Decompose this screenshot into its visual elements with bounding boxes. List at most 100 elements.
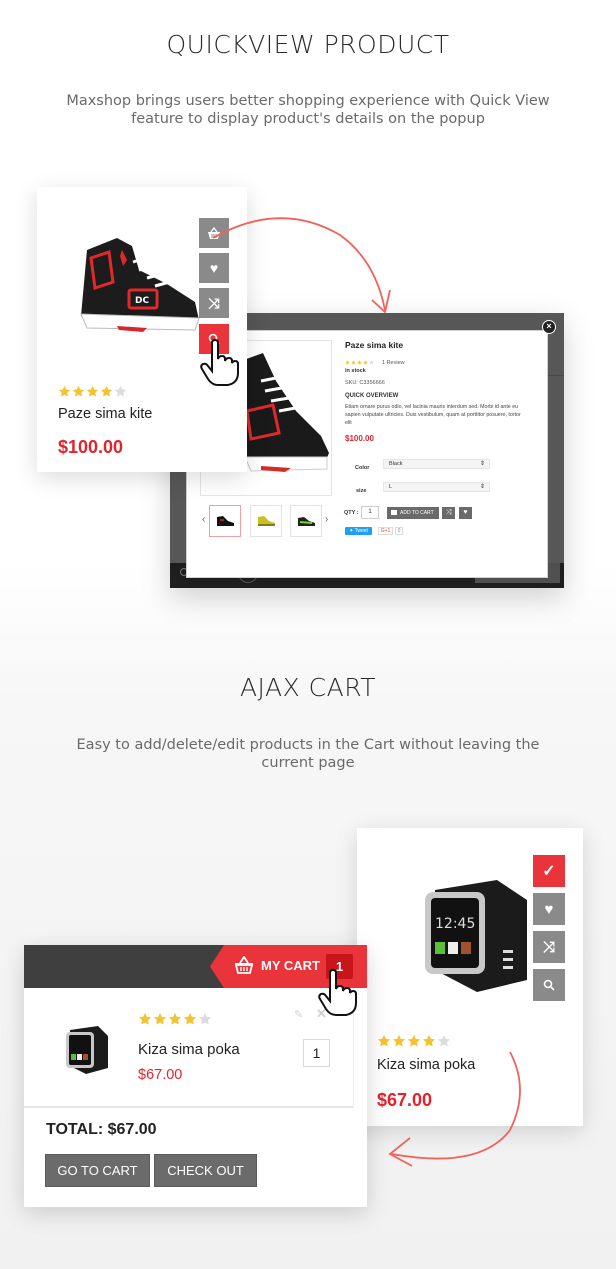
star-empty-icon bbox=[198, 1012, 212, 1025]
color-label: Color bbox=[355, 465, 370, 471]
star-filled-icon bbox=[363, 360, 368, 365]
select-arrow-icon: ⇕ bbox=[479, 461, 485, 467]
description-line: feature to display product's details on … bbox=[131, 111, 485, 127]
svg-text:12:45: 12:45 bbox=[435, 916, 475, 932]
rating-stars bbox=[377, 1034, 451, 1048]
my-cart-label[interactable]: MY CART bbox=[261, 958, 320, 973]
sneaker-image: DC bbox=[80, 238, 200, 332]
description-line: current page bbox=[261, 755, 355, 771]
ajax-section-description: Easy to add/delete/edit products in the … bbox=[40, 736, 576, 772]
thumbnail-green-sneaker[interactable] bbox=[290, 505, 322, 537]
check-icon: ✓ bbox=[542, 863, 556, 880]
star-filled-icon bbox=[100, 385, 113, 397]
popup-stock-status: in stock bbox=[345, 368, 366, 374]
star-filled-icon bbox=[153, 1012, 167, 1025]
overview-line: Etiam ornare purus odio, vel lacinia mau… bbox=[345, 404, 519, 410]
curved-arrow-icon bbox=[388, 1051, 521, 1167]
select-arrow-icon: ⇕ bbox=[479, 484, 485, 490]
cart-item-price: $67.00 bbox=[138, 1067, 183, 1083]
cart-item-name[interactable]: Kiza sima poka bbox=[138, 1041, 240, 1058]
hand-cursor-icon bbox=[318, 969, 357, 1016]
sneaker-thumb-icon bbox=[298, 517, 315, 526]
quickview-section-description: Maxshop brings users better shopping exp… bbox=[40, 92, 576, 128]
star-filled-icon bbox=[138, 1012, 152, 1025]
product-price: $100.00 bbox=[58, 437, 124, 457]
overview-line: sapien vulputate ultricies. Duis vestibu… bbox=[345, 412, 521, 418]
popup-compare-button[interactable]: ⤨ bbox=[442, 507, 455, 519]
color-select[interactable]: Black ⇕ bbox=[383, 459, 490, 469]
thumb-prev-button[interactable]: ‹ bbox=[202, 514, 205, 525]
wishlist-button[interactable]: ♥ bbox=[533, 893, 565, 925]
basket-icon bbox=[234, 956, 254, 974]
cart-item-rating bbox=[138, 1012, 212, 1026]
quickview-section-title: QUICKVIEW PRODUCT bbox=[166, 30, 450, 59]
qty-input[interactable]: 1 bbox=[361, 506, 379, 519]
star-filled-icon bbox=[407, 1034, 421, 1047]
star-filled-icon bbox=[351, 360, 356, 365]
shuffle-icon: ⤨ bbox=[445, 509, 452, 516]
popup-price: $100.00 bbox=[345, 434, 374, 443]
popup-overview-text: Etiam ornare purus odio, vel lacinia mau… bbox=[345, 403, 521, 427]
star-filled-icon bbox=[392, 1034, 406, 1047]
description-line: Easy to add/delete/edit products in the … bbox=[76, 737, 540, 753]
heart-icon: ♥ bbox=[463, 509, 468, 516]
bag-icon bbox=[391, 510, 397, 515]
star-filled-icon bbox=[345, 360, 350, 365]
thumb-next-button[interactable]: › bbox=[325, 514, 328, 525]
popup-product-name: Paze sima kite bbox=[345, 340, 404, 350]
qty-label: QTY : bbox=[344, 510, 359, 516]
color-select-value: Black bbox=[389, 461, 403, 467]
star-empty-icon bbox=[437, 1034, 451, 1047]
sneaker-thumb-icon bbox=[258, 516, 275, 526]
star-filled-icon bbox=[86, 385, 99, 397]
star-filled-icon bbox=[377, 1034, 391, 1047]
star-filled-icon bbox=[422, 1034, 436, 1047]
star-empty-icon bbox=[369, 360, 374, 365]
size-label: size bbox=[356, 488, 367, 494]
go-to-cart-button[interactable]: GO TO CART bbox=[45, 1154, 150, 1187]
popup-rating-stars bbox=[345, 360, 374, 365]
twitter-icon: ✦ bbox=[349, 528, 354, 534]
thumbnail-yellow-sneaker[interactable] bbox=[250, 505, 282, 537]
overview-line: elit bbox=[345, 420, 352, 426]
svg-text:DC: DC bbox=[135, 296, 149, 306]
quickview-button[interactable] bbox=[533, 969, 565, 1001]
thumbnail-black-sneaker[interactable] bbox=[209, 505, 241, 537]
google-plus-button[interactable]: G+1 bbox=[378, 527, 393, 535]
product-name[interactable]: Paze sima kite bbox=[58, 406, 152, 422]
size-select-value: L bbox=[389, 484, 393, 490]
smartwatch-image: 12:45 bbox=[425, 880, 527, 992]
add-to-cart-button[interactable]: ADD TO CART bbox=[387, 507, 439, 519]
rating-stars bbox=[58, 385, 127, 398]
star-filled-icon bbox=[168, 1012, 182, 1025]
smartwatch-thumb-image bbox=[66, 1026, 108, 1074]
edit-icon[interactable]: ✎ bbox=[294, 1008, 303, 1021]
star-filled-icon bbox=[72, 385, 85, 397]
star-empty-icon bbox=[114, 385, 127, 397]
tweet-label: Tweet bbox=[354, 528, 368, 534]
popup-sku: SKU: C3356666 bbox=[345, 380, 385, 386]
added-to-cart-button[interactable]: ✓ bbox=[533, 855, 565, 887]
sneaker-thumb-icon bbox=[217, 516, 234, 526]
compare-button[interactable]: ⤨ bbox=[533, 931, 565, 963]
google-plus-count: 0 bbox=[395, 527, 403, 535]
heart-icon: ♥ bbox=[544, 900, 554, 918]
ajax-section-title: AJAX CART bbox=[239, 673, 377, 702]
shuffle-icon: ⤨ bbox=[542, 938, 555, 956]
size-select[interactable]: L ⇕ bbox=[383, 482, 490, 492]
curved-arrow-icon bbox=[212, 217, 391, 314]
hand-cursor-icon bbox=[200, 339, 239, 386]
popup-wishlist-button[interactable]: ♥ bbox=[459, 507, 472, 519]
description-line: Maxshop brings users better shopping exp… bbox=[66, 93, 550, 109]
tweet-button[interactable]: ✦ Tweet bbox=[345, 527, 372, 535]
star-filled-icon bbox=[183, 1012, 197, 1025]
popup-overview-heading: QUICK OVERVIEW bbox=[345, 393, 399, 399]
checkout-button[interactable]: CHECK OUT bbox=[154, 1154, 257, 1187]
add-to-cart-label: ADD TO CART bbox=[400, 510, 434, 516]
popup-review-count[interactable]: 1 Review bbox=[382, 360, 405, 366]
star-filled-icon bbox=[357, 360, 362, 365]
cart-item-qty-input[interactable]: 1 bbox=[303, 1039, 330, 1067]
star-filled-icon bbox=[58, 385, 71, 397]
close-icon[interactable]: × bbox=[542, 320, 556, 334]
search-icon bbox=[543, 979, 555, 991]
